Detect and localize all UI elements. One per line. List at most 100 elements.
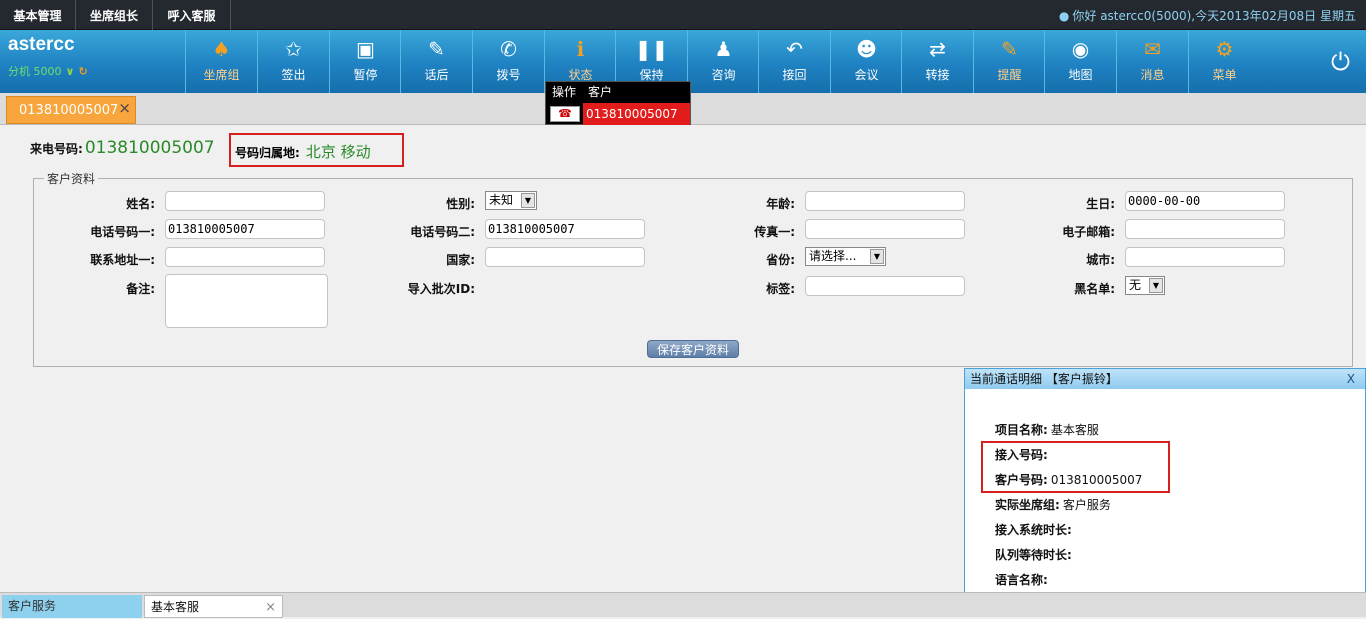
queue-wait-label: 队列等待时长:	[995, 548, 1072, 562]
language-row: 语言名称:	[995, 571, 1048, 588]
address-input[interactable]	[165, 247, 325, 267]
blacklist-label: 黑名单:	[1074, 282, 1115, 296]
reminder-button[interactable]: ✎ 提醒	[973, 30, 1045, 93]
fax-input[interactable]	[805, 219, 965, 239]
info-icon: ℹ	[576, 37, 585, 61]
access-row: 接入号码:	[995, 446, 1051, 463]
customer-row: 客户号码: 013810005007	[995, 471, 1142, 488]
location-value: 北京 移动	[305, 143, 371, 161]
reminder-icon: ✎	[1001, 37, 1018, 61]
bottom-tab-customer-service[interactable]: 客户服务	[2, 595, 142, 618]
call-detail-panel: 当前通话明细 【客户振铃】 X 项目名称: 基本客服 接入号码: 客户号码: 0138…	[964, 368, 1366, 617]
blacklist-select[interactable]: 无 ▼	[1125, 276, 1165, 295]
gender-select-value: 未知	[489, 193, 514, 207]
extension-label: 分机 5000	[8, 65, 62, 78]
dial-label: 拨号	[496, 68, 521, 82]
phone1-label: 电话号码一:	[90, 225, 155, 239]
popup-customer-number[interactable]: 013810005007	[583, 103, 690, 125]
dial-button[interactable]: ✆ 拨号	[472, 30, 544, 93]
call-detail-header: 当前通话明细 【客户振铃】 X	[965, 369, 1365, 389]
consult-button[interactable]: ♟ 咨询	[687, 30, 759, 93]
age-label: 年龄:	[766, 197, 795, 211]
province-select-value: 请选择...	[809, 249, 857, 263]
batch-id-label: 导入批次ID:	[407, 282, 475, 296]
email-label: 电子邮箱:	[1062, 225, 1115, 239]
map-label: 地图	[1068, 68, 1093, 82]
sign-out-button[interactable]: ✩ 签出	[257, 30, 329, 93]
nav-tab-seat-leader[interactable]: 坐席组长	[76, 0, 153, 30]
status-popup-header: 操作 客户	[546, 82, 690, 102]
city-input[interactable]	[1125, 247, 1285, 267]
phone2-input[interactable]	[485, 219, 645, 239]
fax-label: 传真一:	[754, 225, 795, 239]
popup-row: ☎ 013810005007	[546, 103, 690, 125]
age-input[interactable]	[805, 191, 965, 211]
note-textarea[interactable]	[165, 274, 328, 328]
reminder-label: 提醒	[997, 68, 1022, 82]
save-customer-button[interactable]: 保存客户资料	[647, 340, 739, 358]
menu-button[interactable]: ⚙ 菜单	[1188, 30, 1260, 93]
queue-group-value: 客户服务	[1062, 498, 1111, 512]
blacklist-select-value: 无	[1129, 278, 1142, 292]
project-label: 项目名称:	[995, 423, 1048, 437]
reply-icon: ↶	[786, 37, 803, 61]
power-icon[interactable]: ⏻	[1331, 48, 1350, 76]
transfer-label: 转接	[925, 68, 950, 82]
message-button[interactable]: ✉ 消息	[1116, 30, 1188, 93]
after-call-button[interactable]: ✎ 话后	[400, 30, 472, 93]
birthday-input[interactable]	[1125, 191, 1285, 211]
close-icon[interactable]: X	[1347, 369, 1355, 389]
email-input[interactable]	[1125, 219, 1285, 239]
bottom-tab-basic-service[interactable]: 基本客服 ×	[144, 595, 283, 618]
nav-tab-inbound-service[interactable]: 呼入客服	[153, 0, 231, 30]
col-customer-header: 客户	[588, 85, 613, 99]
message-label: 消息	[1140, 68, 1165, 82]
location-label: 号码归属地:	[235, 146, 300, 160]
queue-group-row: 实际坐席组: 客户服务	[995, 496, 1111, 513]
transfer-button[interactable]: ⇄ 转接	[901, 30, 973, 93]
number-location-box: 号码归属地: 北京 移动	[229, 133, 404, 167]
province-select[interactable]: 请选择... ▼	[805, 247, 886, 266]
user-icon: ●	[1058, 9, 1070, 23]
name-input[interactable]	[165, 191, 325, 211]
user-greeting: ● 你好 astercc0(5000),今天2013年02月08日 星期五	[1059, 0, 1356, 32]
globe-icon: ◉	[1071, 37, 1090, 61]
col-action-header: 操作	[552, 85, 577, 99]
hangup-phone-icon[interactable]: ☎	[550, 106, 580, 122]
group-seat-icon: ♠	[212, 37, 231, 61]
chevron-down-icon[interactable]: ∨	[66, 65, 75, 78]
consult-label: 咨询	[711, 68, 736, 82]
menu-label: 菜单	[1212, 68, 1237, 82]
project-row: 项目名称: 基本客服	[995, 421, 1099, 438]
queue-group-label: 实际坐席组:	[995, 498, 1060, 512]
tag-input[interactable]	[805, 276, 965, 296]
pause-button[interactable]: ▣ 暂停	[329, 30, 401, 93]
refresh-icon[interactable]: ↻	[78, 65, 87, 78]
seat-group-label: 坐席组	[203, 68, 240, 82]
phone1-input[interactable]	[165, 219, 325, 239]
tag-label: 标签:	[766, 282, 795, 296]
city-label: 城市:	[1086, 253, 1115, 267]
brand-logo: astercc	[8, 34, 75, 55]
seat-group-button[interactable]: ♠ 坐席组	[185, 30, 257, 93]
conference-button[interactable]: ☻ 会议	[830, 30, 902, 93]
system-time-row: 接入系统时长:	[995, 521, 1072, 538]
pause-icon: ❚❚	[634, 37, 669, 61]
close-icon[interactable]: ×	[265, 596, 276, 619]
map-button[interactable]: ◉ 地图	[1044, 30, 1116, 93]
transfer-icon: ⇄	[929, 37, 946, 61]
dropdown-arrow-icon: ▼	[870, 249, 884, 264]
gender-select[interactable]: 未知 ▼	[485, 191, 537, 210]
close-icon[interactable]: ×	[118, 94, 131, 122]
mail-icon: ✉	[1144, 37, 1161, 61]
customer-label: 客户号码:	[995, 473, 1048, 487]
country-input[interactable]	[485, 247, 645, 267]
call-tab[interactable]: 013810005007 ×	[6, 96, 136, 124]
sign-out-label: 签出	[281, 68, 306, 82]
birthday-label: 生日:	[1086, 197, 1115, 211]
province-label: 省份:	[766, 253, 795, 267]
retrieve-button[interactable]: ↶ 接回	[758, 30, 830, 93]
run-icon: ✩	[285, 37, 302, 61]
nav-tab-basic-management[interactable]: 基本管理	[0, 0, 76, 30]
bottom-tabbar: 客户服务 基本客服 ×	[0, 592, 1366, 618]
